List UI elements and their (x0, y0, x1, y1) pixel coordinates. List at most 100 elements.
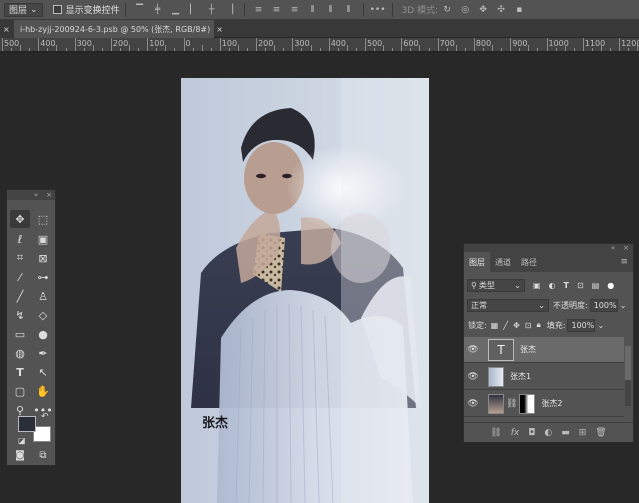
swap-colors-icon[interactable]: ↶ (41, 412, 49, 422)
layer-mask-thumbnail[interactable] (519, 393, 536, 414)
screen-mode-icon[interactable]: ⧉ (33, 446, 53, 464)
ruler-tick (183, 38, 185, 51)
distribute-vcenter-icon[interactable]: ≡ (272, 5, 282, 15)
tab-layers[interactable]: 图层 (464, 252, 490, 272)
canvas-text-layer[interactable]: 张杰 (202, 412, 228, 431)
layer-row-text[interactable]: 👁︎ T 张杰 (464, 337, 624, 363)
type-tool-icon[interactable]: T (10, 363, 30, 381)
lock-transparent-icon[interactable]: ▦ (491, 321, 499, 330)
collapse-icon[interactable]: « (611, 244, 615, 252)
filter-shape-icon[interactable]: ⊡ (577, 281, 584, 290)
history-brush-tool-icon[interactable]: ↯ (10, 306, 30, 324)
stamp-tool-icon[interactable]: ♙ (33, 287, 53, 305)
tab-paths[interactable]: 路径 (516, 252, 542, 272)
filter-toggle-icon[interactable]: ● (607, 281, 614, 290)
scale-3d-icon[interactable]: ▪ (514, 5, 524, 15)
filter-pixel-icon[interactable]: ▣ (533, 281, 541, 290)
document-canvas[interactable]: 张杰 (181, 78, 429, 503)
quick-select-tool-icon[interactable]: ▣ (33, 230, 53, 248)
spot-heal-tool-icon[interactable]: ⊶ (33, 268, 53, 286)
adjustment-layer-icon[interactable]: ◐ (544, 428, 552, 438)
link-icon[interactable]: ⛓ (506, 399, 517, 409)
filter-type-dropdown[interactable]: ⚲ 类型 ⌄ (467, 278, 525, 292)
new-layer-icon[interactable]: ⊞ (579, 428, 587, 438)
foreground-color-swatch[interactable] (18, 416, 36, 432)
horizontal-ruler[interactable]: 500 400 300 200 100 0 100 200 300 400 500 600 700 800… (0, 38, 639, 52)
add-mask-icon[interactable]: ◘ (528, 428, 535, 438)
ruler-tick (74, 38, 76, 51)
delete-layer-icon[interactable]: 🗑︎ (595, 428, 606, 438)
document-tab[interactable]: i-hb-zyjj-200924-6-3.psb @ 50% (张杰, RGB/… (14, 20, 223, 38)
blur-tool-icon[interactable]: ● (33, 325, 53, 343)
tab-channels[interactable]: 通道 (490, 252, 516, 272)
shape-tool-icon[interactable]: ▢ (10, 382, 30, 400)
blend-mode-dropdown[interactable]: 正常 ⌄ (467, 298, 549, 312)
close-icon[interactable]: × (623, 244, 629, 252)
align-vcenter-icon[interactable]: ╪ (153, 5, 163, 15)
eye-icon[interactable]: 👁︎ (466, 372, 480, 382)
layer-row-masked[interactable]: 👁︎ ⛓ 张杰2 (464, 391, 624, 417)
prev-tab-close-icon[interactable]: × (0, 20, 14, 38)
distribute-bottom-icon[interactable]: ≡ (290, 5, 300, 15)
frame-tool-icon[interactable]: ⊠ (33, 249, 53, 267)
filter-type-icon[interactable]: T (564, 281, 569, 290)
distribute-hcenter-icon[interactable]: ⦀ (326, 5, 336, 15)
fill-input[interactable]: 100% (567, 318, 596, 332)
distribute-top-icon[interactable]: ≡ (254, 5, 264, 15)
rotate-3d-icon[interactable]: ↻ (442, 5, 452, 15)
path-select-tool-icon[interactable]: ↖ (33, 363, 53, 381)
show-transform-checkbox[interactable] (52, 5, 62, 14)
eye-icon[interactable]: 👁︎ (466, 399, 480, 409)
pen-tool-icon[interactable]: ✒ (33, 344, 53, 362)
layers-scrollbar[interactable] (625, 346, 631, 406)
layer-row-image[interactable]: 👁︎ 张杰1 (464, 364, 624, 390)
eraser-tool-icon[interactable]: ◇ (33, 306, 53, 324)
lock-artboard-icon[interactable]: ⊡ (525, 321, 532, 330)
opacity-input[interactable]: 100% (589, 298, 618, 312)
move-tool-icon[interactable]: ✥ (10, 210, 30, 228)
dodge-tool-icon[interactable]: ◍ (10, 344, 30, 362)
ruler-minor-tick (174, 48, 176, 51)
quick-mask-icon[interactable]: ◙ (10, 446, 30, 464)
collapse-icon[interactable]: « (34, 191, 38, 199)
drag-3d-icon[interactable]: ✥ (478, 5, 488, 15)
link-layers-icon[interactable]: ⛓ (490, 428, 501, 438)
lock-all-icon[interactable]: 🔒︎ (537, 320, 541, 330)
options-bar: 图层 ⌄ 显示变换控件 ▔ ╪ ▁ ▏ ┼ ▕ ≡ ≡ ≡ ⦀ ⦀ ⦀ ••• … (0, 0, 639, 20)
scrollbar-thumb[interactable] (625, 346, 631, 380)
new-group-icon[interactable]: ▬ (561, 428, 570, 438)
eyedropper-tool-icon[interactable]: ⁄ (10, 268, 30, 286)
align-bottom-icon[interactable]: ▁ (171, 5, 181, 15)
distribute-right-icon[interactable]: ⦀ (344, 5, 354, 15)
close-icon[interactable]: × (216, 25, 223, 34)
more-options-icon[interactable]: ••• (370, 5, 386, 15)
chevron-down-icon[interactable]: ⌄ (597, 321, 604, 330)
distribute-left-icon[interactable]: ⦀ (308, 5, 318, 15)
layer-select-dropdown[interactable]: 图层 ⌄ (4, 2, 43, 17)
chevron-down-icon[interactable]: ⌄ (620, 301, 627, 310)
gradient-tool-icon[interactable]: ▭ (10, 325, 30, 343)
lock-position-icon[interactable]: ✥ (513, 321, 520, 330)
align-left-icon[interactable]: ▏ (189, 5, 199, 15)
crop-tool-icon[interactable]: ⌗ (10, 249, 30, 267)
filter-smart-object-icon[interactable]: ▤ (592, 281, 600, 290)
lasso-tool-icon[interactable]: ℓ (10, 230, 30, 248)
eye-icon[interactable]: 👁︎ (466, 345, 480, 355)
panel-menu-icon[interactable]: ≡ (620, 252, 633, 272)
roll-3d-icon[interactable]: ◎ (460, 5, 470, 15)
lock-pixels-icon[interactable]: ╱ (503, 321, 508, 330)
hand-tool-icon[interactable]: ✋ (33, 382, 53, 400)
slide-3d-icon[interactable]: ✣ (496, 5, 506, 15)
ruler-minor-tick (92, 45, 94, 51)
marquee-tool-icon[interactable]: ⬚ (33, 210, 53, 228)
align-right-icon[interactable]: ▕ (225, 5, 235, 15)
fx-icon[interactable]: fx (511, 428, 520, 438)
default-colors-icon[interactable]: ◪ (18, 436, 26, 445)
align-top-icon[interactable]: ▔ (135, 5, 145, 15)
close-icon[interactable]: × (46, 191, 52, 199)
lock-row: 锁定: ▦ ╱ ✥ ⊡ 🔒︎ 填充: 100% ⌄ (464, 317, 633, 333)
filter-adjustment-icon[interactable]: ◐ (549, 281, 556, 290)
brush-tool-icon[interactable]: ╱ (10, 287, 30, 305)
align-hcenter-icon[interactable]: ┼ (207, 5, 217, 15)
ruler-tick (147, 38, 149, 51)
